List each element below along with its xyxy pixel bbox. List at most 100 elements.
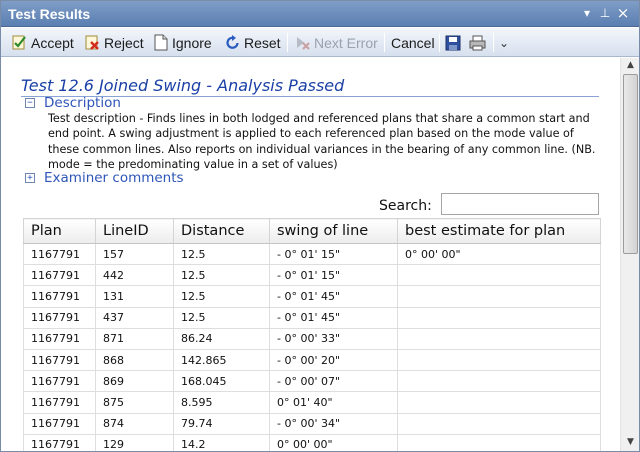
toolbar-overflow-button[interactable]: ⌄	[499, 31, 509, 54]
cell-distance: 12.5	[173, 264, 270, 287]
column-header-distance[interactable]: Distance	[173, 218, 270, 244]
reset-icon	[226, 35, 239, 49]
collapse-icon: −	[25, 98, 35, 108]
cell-plan: 1167791	[23, 412, 96, 435]
save-icon	[445, 35, 461, 50]
toolbar-separator	[287, 33, 288, 52]
cell-lineid: 868	[95, 348, 174, 372]
examiner-comments-expander[interactable]: + Examiner comments	[25, 170, 184, 186]
next-error-icon	[297, 37, 310, 50]
description-expander[interactable]: − Description	[25, 95, 121, 111]
search-input[interactable]	[441, 193, 599, 215]
table-row[interactable]: 1167791 157 12.5 - 0° 01' 15" 0° 00' 00"	[23, 242, 601, 266]
accept-button[interactable]: Accept	[11, 31, 74, 54]
accept-icon	[12, 35, 26, 50]
toolbar: Accept Reject Ignore Reset Next Error Ca…	[1, 28, 639, 57]
column-header-swing-of-line[interactable]: swing of line	[269, 218, 398, 244]
table-row[interactable]: 1167791 868 142.865 - 0° 00' 20"	[23, 348, 601, 372]
cell-best-estimate	[397, 348, 601, 372]
cell-distance: 12.5	[173, 285, 270, 308]
table-row[interactable]: 1167791 869 168.045 - 0° 00' 07"	[23, 370, 601, 393]
cell-distance: 79.74	[173, 412, 270, 435]
cell-lineid: 131	[95, 285, 174, 308]
cell-swing: - 0° 01' 45"	[269, 285, 398, 308]
cell-distance: 142.865	[173, 348, 270, 372]
cell-best-estimate	[397, 433, 601, 451]
cell-swing: 0° 00' 00"	[269, 433, 398, 451]
window-title: Test Results	[8, 6, 91, 22]
cell-lineid: 874	[95, 412, 174, 435]
cell-best-estimate	[397, 412, 601, 435]
test-results-window: Test Results ▾ ⊥ × Accept Reject Ignore	[0, 0, 640, 452]
close-icon[interactable]: ×	[615, 5, 631, 21]
ignore-button[interactable]: Ignore	[153, 31, 212, 54]
next-error-button[interactable]: Next Error	[294, 31, 378, 54]
cell-swing: 0° 01' 40"	[269, 391, 398, 414]
cell-swing: - 0° 00' 34"	[269, 412, 398, 435]
title-bar: Test Results ▾ ⊥ ×	[1, 1, 639, 27]
description-header: Description	[44, 95, 121, 111]
window-menu-dropdown-icon[interactable]: ▾	[579, 5, 595, 21]
cell-best-estimate	[397, 306, 601, 329]
printer-icon	[469, 35, 486, 50]
cell-swing: - 0° 01' 15"	[269, 264, 398, 287]
cell-swing: - 0° 00' 07"	[269, 370, 398, 393]
next-error-label: Next Error	[314, 34, 378, 51]
reset-label: Reset	[244, 34, 281, 51]
table-row[interactable]: 1167791 131 12.5 - 0° 01' 45"	[23, 285, 601, 308]
cell-plan: 1167791	[23, 348, 96, 372]
cell-plan: 1167791	[23, 306, 96, 329]
scrollbar-thumb[interactable]	[623, 74, 638, 254]
results-content: Test 12.6 Joined Swing - Analysis Passed…	[1, 58, 620, 451]
reject-icon	[85, 35, 99, 50]
cell-plan: 1167791	[23, 370, 96, 393]
cell-plan: 1167791	[23, 285, 96, 308]
table-row[interactable]: 1167791 871 86.24 - 0° 00' 33"	[23, 327, 601, 350]
cell-distance: 12.5	[173, 306, 270, 329]
cell-swing: - 0° 01' 15"	[269, 242, 398, 266]
cancel-label: Cancel	[391, 34, 435, 51]
column-header-plan[interactable]: Plan	[23, 218, 96, 244]
reset-button[interactable]: Reset	[225, 31, 281, 54]
scroll-down-icon[interactable]: ▼	[623, 435, 638, 450]
cell-lineid: 157	[95, 242, 174, 266]
accept-label: Accept	[31, 34, 74, 51]
cell-lineid: 442	[95, 264, 174, 287]
save-button[interactable]	[445, 31, 464, 54]
examiner-comments-header: Examiner comments	[44, 170, 184, 186]
cell-distance: 86.24	[173, 327, 270, 350]
table-row[interactable]: 1167791 442 12.5 - 0° 01' 15"	[23, 264, 601, 287]
cell-distance: 168.045	[173, 370, 270, 393]
table-row[interactable]: 1167791 437 12.5 - 0° 01' 45"	[23, 306, 601, 329]
cell-plan: 1167791	[23, 433, 96, 451]
table-row[interactable]: 1167791 875 8.595 0° 01' 40"	[23, 391, 601, 414]
cell-swing: - 0° 00' 33"	[269, 327, 398, 350]
cell-best-estimate	[397, 327, 601, 350]
cell-best-estimate	[397, 264, 601, 287]
cell-plan: 1167791	[23, 327, 96, 350]
reject-button[interactable]: Reject	[84, 31, 144, 54]
cell-best-estimate: 0° 00' 00"	[397, 242, 601, 266]
reject-label: Reject	[104, 34, 144, 51]
column-header-lineid[interactable]: LineID	[95, 218, 174, 244]
cell-lineid: 869	[95, 370, 174, 393]
cell-best-estimate	[397, 391, 601, 414]
pin-icon[interactable]: ⊥	[597, 5, 613, 21]
toolbar-separator	[439, 33, 440, 52]
description-text: Test description - Finds lines in both l…	[48, 112, 596, 171]
cell-lineid: 875	[95, 391, 174, 414]
print-button[interactable]	[469, 31, 489, 54]
table-row[interactable]: 1167791 129 14.2 0° 00' 00"	[23, 433, 601, 451]
cell-lineid: 871	[95, 327, 174, 350]
vertical-scrollbar[interactable]: ▲ ▼	[620, 58, 639, 451]
column-header-best-estimate[interactable]: best estimate for plan	[397, 218, 601, 244]
cell-distance: 14.2	[173, 433, 270, 451]
cell-swing: - 0° 00' 20"	[269, 348, 398, 372]
test-title: Test 12.6 Joined Swing - Analysis Passed	[21, 76, 599, 97]
scroll-up-icon[interactable]: ▲	[623, 58, 638, 73]
results-table: Plan LineID Distance swing of line best …	[23, 218, 601, 451]
table-row[interactable]: 1167791 874 79.74 - 0° 00' 34"	[23, 412, 601, 435]
cancel-button[interactable]: Cancel	[391, 31, 435, 54]
cell-lineid: 129	[95, 433, 174, 451]
cell-distance: 12.5	[173, 242, 270, 266]
